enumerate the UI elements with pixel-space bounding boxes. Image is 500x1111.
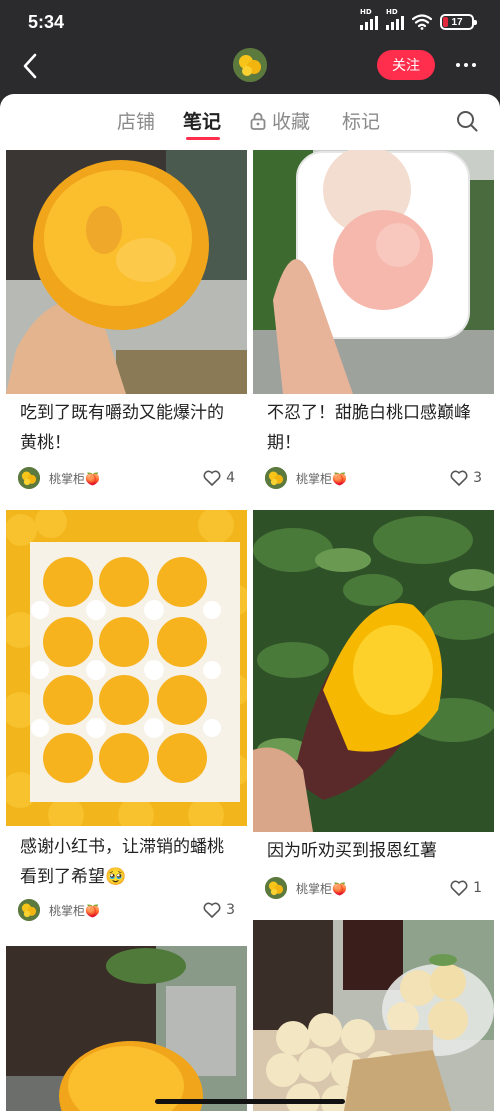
status-time: 5:34: [28, 12, 65, 32]
header: 关注: [0, 48, 500, 94]
status-bar: 5:34 HD HD 17: [0, 0, 500, 48]
peach-logo-icon: [233, 48, 267, 82]
author-avatar[interactable]: [265, 467, 287, 489]
store-avatar[interactable]: [233, 48, 267, 82]
author-name[interactable]: 桃掌柜🍑: [296, 470, 450, 487]
author-name[interactable]: 桃掌柜🍑: [49, 902, 203, 919]
tab-marks[interactable]: 标记: [342, 107, 380, 134]
wifi-icon: [412, 14, 432, 30]
heart-icon: [203, 902, 221, 918]
note-image: [253, 150, 494, 394]
network-type-2: HD: [386, 8, 398, 16]
more-dots-icon: [456, 63, 460, 67]
home-indicator[interactable]: [155, 1099, 345, 1104]
tab-favorites[interactable]: 收藏: [250, 107, 310, 134]
peach-logo-icon: [265, 877, 287, 899]
more-button[interactable]: [450, 52, 482, 78]
note-title: 不忍了！甜脆白桃口感巅峰期！: [267, 403, 471, 453]
like-button[interactable]: 3: [203, 902, 235, 918]
network-type-1: HD: [360, 8, 372, 16]
note-image: [6, 510, 247, 826]
note-card[interactable]: 吃到了既有嚼劲又能爆汁的黄桃！ 桃掌柜🍑 4: [6, 150, 247, 506]
flat-peach-box-photo: [6, 510, 247, 826]
note-card[interactable]: [6, 946, 247, 1111]
sweet-potato-photo: [253, 510, 494, 832]
like-count: 3: [226, 902, 235, 918]
heart-icon: [450, 470, 468, 486]
like-count: 4: [226, 470, 235, 486]
note-title: 感谢小红书，让滞销的蟠桃看到了希望🥹: [20, 837, 224, 887]
peach-logo-icon: [265, 467, 287, 489]
note-image: [6, 150, 247, 394]
note-meta: 桃掌柜🍑 3: [18, 898, 235, 922]
chevron-left-icon: [23, 53, 37, 79]
note-card[interactable]: 不忍了！甜脆白桃口感巅峰期！ 桃掌柜🍑 3: [253, 150, 494, 506]
like-count: 3: [473, 470, 482, 486]
note-card[interactable]: [253, 920, 494, 1111]
yellow-peach-photo: [6, 150, 247, 394]
signal-icon-2: HD: [386, 8, 404, 30]
like-button[interactable]: 1: [450, 880, 482, 896]
author-avatar[interactable]: [18, 899, 40, 921]
note-card[interactable]: 因为听劝买到报恩红薯 桃掌柜🍑 1: [253, 510, 494, 918]
note-title: 吃到了既有嚼劲又能爆汁的黄桃！: [20, 403, 224, 453]
note-image: [253, 510, 494, 832]
note-meta: 桃掌柜🍑 1: [265, 876, 482, 900]
content-sheet: 店铺 笔记 收藏 标记 吃到了既有嚼劲又能爆汁的黄桃！ 桃掌柜🍑 4 不忍了！甜…: [0, 94, 500, 1111]
author-name[interactable]: 桃掌柜🍑: [49, 470, 203, 487]
like-count: 1: [473, 880, 482, 896]
battery-fill: [443, 17, 449, 27]
signal-icon: HD: [360, 8, 378, 30]
peach-on-chair-photo: [6, 946, 247, 1111]
battery-icon: 17: [440, 14, 477, 30]
note-image: [253, 920, 494, 1111]
tab-favorites-label: 收藏: [272, 111, 311, 133]
author-avatar[interactable]: [18, 467, 40, 489]
search-icon[interactable]: [456, 110, 478, 132]
peach-logo-icon: [18, 899, 40, 921]
tab-store[interactable]: 店铺: [117, 107, 155, 134]
note-image: [6, 946, 247, 1111]
tab-active-indicator: [186, 137, 220, 140]
like-button[interactable]: 4: [203, 470, 235, 486]
lock-icon: [250, 112, 266, 130]
author-avatar[interactable]: [265, 877, 287, 899]
note-card[interactable]: 感谢小红书，让滞销的蟠桃看到了希望🥹 桃掌柜🍑 3: [6, 510, 247, 936]
status-icons: HD HD 17: [360, 8, 477, 30]
note-meta: 桃掌柜🍑 4: [18, 466, 235, 490]
author-name[interactable]: 桃掌柜🍑: [296, 880, 450, 897]
note-title: 因为听劝买到报恩红薯: [267, 841, 437, 861]
heart-icon: [450, 880, 468, 896]
white-peach-photo: [253, 150, 494, 394]
battery-level: 17: [451, 16, 463, 28]
back-button[interactable]: [14, 50, 46, 82]
tab-notes[interactable]: 笔记: [183, 107, 221, 134]
follow-button[interactable]: 关注: [377, 50, 435, 80]
tab-bar: 店铺 笔记 收藏 标记: [0, 94, 500, 148]
heart-icon: [203, 470, 221, 486]
peach-logo-icon: [18, 467, 40, 489]
white-peaches-bowl-photo: [253, 920, 494, 1111]
note-meta: 桃掌柜🍑 3: [265, 466, 482, 490]
like-button[interactable]: 3: [450, 470, 482, 486]
